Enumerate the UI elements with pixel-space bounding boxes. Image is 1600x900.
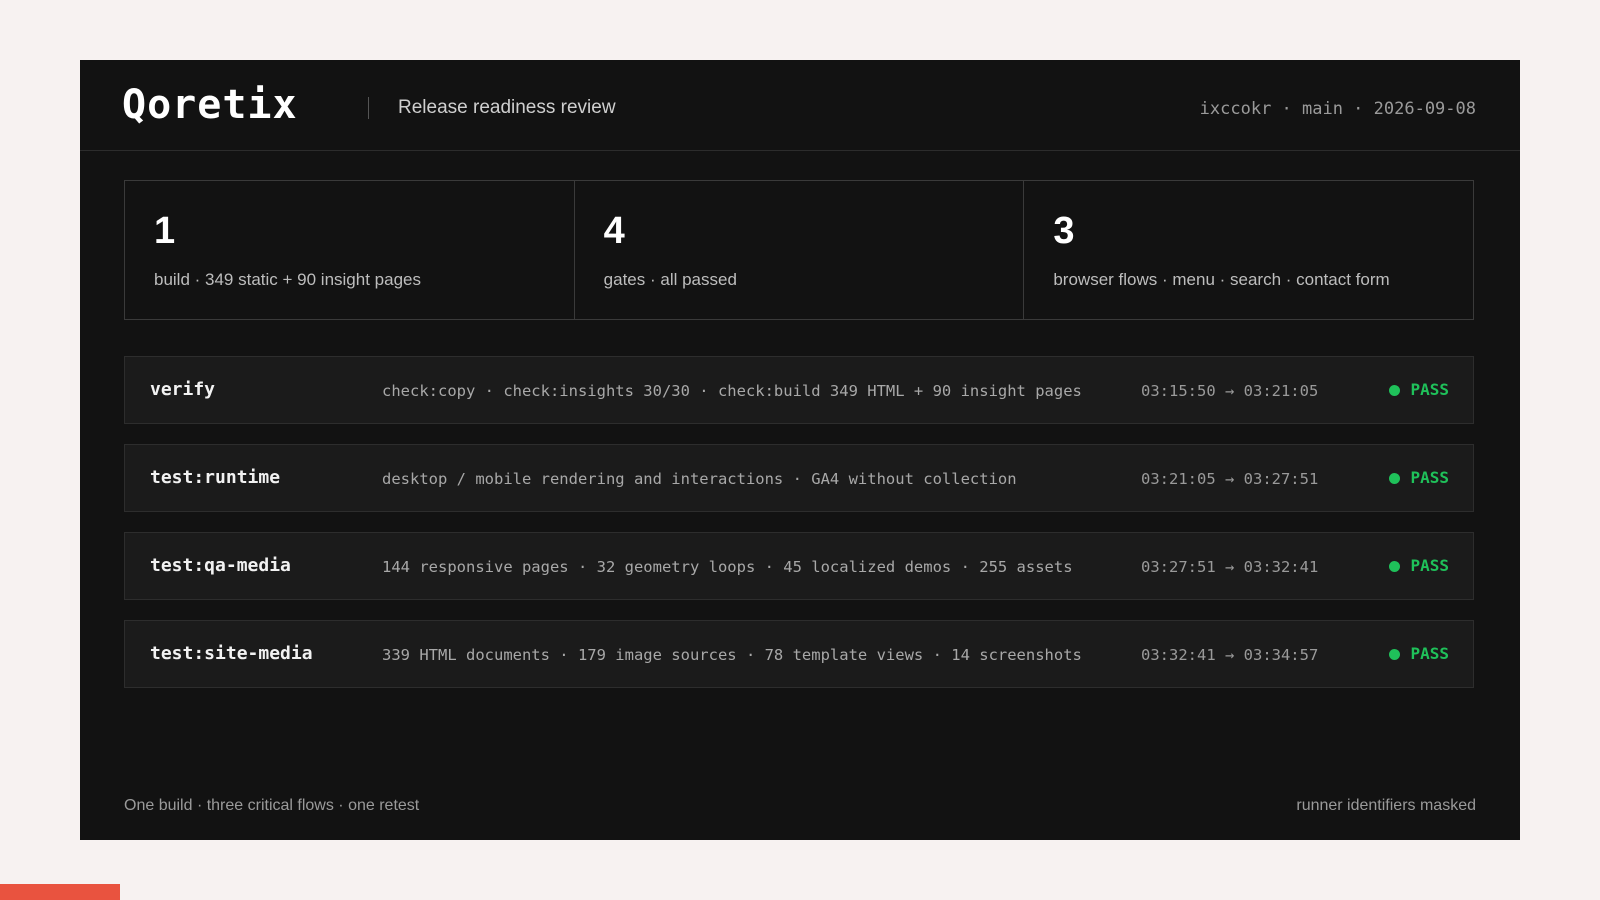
gate-name: verify bbox=[150, 379, 216, 400]
stat-value: 3 bbox=[1053, 210, 1075, 252]
summary-stats: 1 build · 349 static + 90 insight pages … bbox=[124, 180, 1474, 320]
status-badge: PASS bbox=[1389, 644, 1449, 664]
gate-list: verify check:copy · check:insights 30/30… bbox=[124, 356, 1474, 708]
gate-row-verify[interactable]: verify check:copy · check:insights 30/30… bbox=[124, 356, 1474, 424]
gate-time-range: 03:15:50 → 03:21:05 bbox=[1141, 382, 1319, 400]
status-badge: PASS bbox=[1389, 380, 1449, 400]
stat-label: gates · all passed bbox=[603, 270, 737, 289]
gate-row-test-runtime[interactable]: test:runtime desktop / mobile rendering … bbox=[124, 444, 1474, 512]
status-badge: PASS bbox=[1389, 468, 1449, 488]
stat-gates: 4 gates · all passed bbox=[575, 181, 1025, 319]
page-title: Release readiness review bbox=[398, 97, 616, 118]
status-text: PASS bbox=[1410, 468, 1449, 487]
header: Qoretix Release readiness review ixccokr… bbox=[80, 60, 1520, 151]
status-dot-icon bbox=[1389, 560, 1401, 572]
gate-details: 144 responsive pages · 32 geometry loops… bbox=[382, 558, 1073, 576]
accent-bar bbox=[0, 884, 120, 900]
gate-time-range: 03:27:51 → 03:32:41 bbox=[1141, 558, 1319, 576]
stat-value: 4 bbox=[603, 210, 625, 252]
gate-name: test:runtime bbox=[150, 467, 281, 488]
brand-logo: Qoretix bbox=[122, 82, 298, 128]
build-meta: ixccokr · main · 2026-09-08 bbox=[1199, 99, 1476, 119]
gate-row-test-qa-media[interactable]: test:qa-media 144 responsive pages · 32 … bbox=[124, 532, 1474, 600]
stat-flows: 3 browser flows · menu · search · contac… bbox=[1024, 181, 1473, 319]
stat-value: 1 bbox=[154, 210, 176, 252]
header-divider bbox=[368, 97, 369, 119]
stat-builds: 1 build · 349 static + 90 insight pages bbox=[125, 181, 575, 319]
gate-details: desktop / mobile rendering and interacti… bbox=[382, 470, 1017, 488]
stat-label: browser flows · menu · search · contact … bbox=[1053, 270, 1390, 289]
footer-note: runner identifiers masked bbox=[1296, 797, 1476, 814]
release-panel: Qoretix Release readiness review ixccokr… bbox=[80, 60, 1520, 840]
gate-details: check:copy · check:insights 30/30 · chec… bbox=[382, 382, 1082, 400]
status-badge: PASS bbox=[1389, 556, 1449, 576]
status-dot-icon bbox=[1389, 384, 1401, 396]
gate-name: test:qa-media bbox=[150, 555, 291, 576]
status-dot-icon bbox=[1389, 648, 1401, 660]
footer-summary: One build · three critical flows · one r… bbox=[124, 797, 420, 814]
gate-time-range: 03:21:05 → 03:27:51 bbox=[1141, 470, 1319, 488]
gate-details: 339 HTML documents · 179 image sources ·… bbox=[382, 646, 1082, 664]
gate-time-range: 03:32:41 → 03:34:57 bbox=[1141, 646, 1319, 664]
status-dot-icon bbox=[1389, 472, 1401, 484]
stat-label: build · 349 static + 90 insight pages bbox=[154, 270, 421, 289]
status-text: PASS bbox=[1410, 644, 1449, 663]
gate-name: test:site-media bbox=[150, 643, 313, 664]
status-text: PASS bbox=[1410, 380, 1449, 399]
gate-row-test-site-media[interactable]: test:site-media 339 HTML documents · 179… bbox=[124, 620, 1474, 688]
status-text: PASS bbox=[1410, 556, 1449, 575]
